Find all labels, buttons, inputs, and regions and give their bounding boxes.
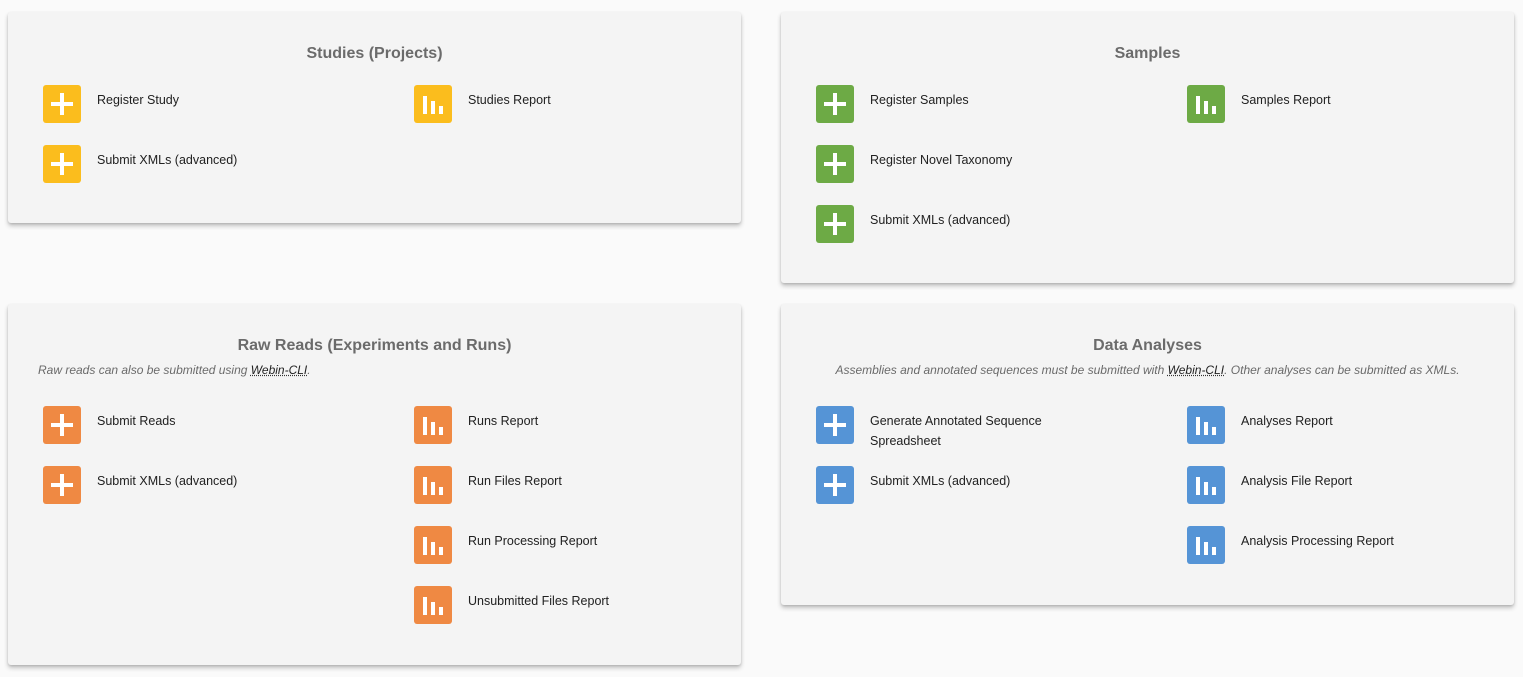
- plus-icon: [816, 205, 854, 243]
- bar-chart-icon: [414, 406, 452, 444]
- register-novel-taxonomy-button[interactable]: Register Novel Taxonomy: [816, 145, 1045, 183]
- reads-submit-xmls-label: Submit XMLs (advanced): [97, 474, 238, 488]
- run-processing-report-button[interactable]: Run Processing Report: [414, 526, 643, 564]
- studies-card: Studies (Projects) Register Study Submit…: [8, 12, 741, 223]
- studies-submit-xmls-label: Submit XMLs (advanced): [97, 153, 238, 167]
- samples-title: Samples: [1114, 45, 1181, 62]
- run-processing-report-label: Run Processing Report: [468, 534, 598, 548]
- raw-reads-title: Raw Reads (Experiments and Runs): [237, 337, 512, 354]
- webin-cli-link[interactable]: Webin-CLI: [1168, 363, 1224, 377]
- analyses-submit-xmls-label: Submit XMLs (advanced): [870, 474, 1011, 488]
- bar-chart-icon: [1187, 526, 1225, 564]
- bar-chart-icon: [1187, 85, 1225, 123]
- runs-report-button[interactable]: Runs Report: [414, 406, 643, 444]
- raw-reads-note-suffix: .: [307, 363, 311, 377]
- studies-submit-xmls-button[interactable]: Submit XMLs (advanced): [43, 145, 272, 183]
- register-samples-label: Register Samples: [870, 93, 969, 107]
- data-analyses-title: Data Analyses: [1093, 337, 1202, 354]
- raw-reads-note: Raw reads can also be submitted using We…: [38, 363, 731, 377]
- samples-submit-xmls-button[interactable]: Submit XMLs (advanced): [816, 205, 1045, 243]
- unsubmitted-files-report-button[interactable]: Unsubmitted Files Report: [414, 586, 643, 624]
- plus-icon: [43, 85, 81, 123]
- unsubmitted-files-report-label: Unsubmitted Files Report: [468, 594, 610, 608]
- register-novel-taxonomy-label: Register Novel Taxonomy: [870, 153, 1013, 167]
- data-analyses-note-suffix: . Other analyses can be submitted as XML…: [1224, 363, 1460, 377]
- generate-annotated-sequence-spreadsheet-button[interactable]: Generate Annotated Sequence Spreadsheet: [816, 406, 1045, 448]
- analysis-processing-report-button[interactable]: Analysis Processing Report: [1187, 526, 1416, 564]
- samples-report-label: Samples Report: [1241, 93, 1331, 107]
- plus-icon: [816, 85, 854, 123]
- samples-submit-xmls-label: Submit XMLs (advanced): [870, 213, 1011, 227]
- studies-title: Studies (Projects): [306, 45, 443, 62]
- samples-card: Samples Register Samples Register Novel …: [781, 12, 1514, 283]
- plus-icon: [816, 145, 854, 183]
- analyses-report-label: Analyses Report: [1241, 414, 1333, 428]
- register-study-label: Register Study: [97, 93, 179, 107]
- register-samples-button[interactable]: Register Samples: [816, 85, 1045, 123]
- generate-annotated-sequence-spreadsheet-label: Generate Annotated Sequence Spreadsheet: [870, 414, 1042, 448]
- plus-icon: [816, 406, 854, 444]
- bar-chart-icon: [414, 85, 452, 123]
- runs-report-label: Runs Report: [468, 414, 539, 428]
- samples-report-button[interactable]: Samples Report: [1187, 85, 1416, 123]
- analysis-processing-report-label: Analysis Processing Report: [1241, 534, 1394, 548]
- plus-icon: [43, 466, 81, 504]
- data-analyses-note-text: Assemblies and annotated sequences must …: [835, 363, 1168, 377]
- bar-chart-icon: [414, 586, 452, 624]
- raw-reads-card: Raw Reads (Experiments and Runs) Raw rea…: [8, 304, 741, 665]
- submit-reads-label: Submit Reads: [97, 414, 176, 428]
- analysis-file-report-label: Analysis File Report: [1241, 474, 1353, 488]
- studies-report-label: Studies Report: [468, 93, 551, 107]
- bar-chart-icon: [414, 526, 452, 564]
- run-files-report-button[interactable]: Run Files Report: [414, 466, 643, 504]
- submit-reads-button[interactable]: Submit Reads: [43, 406, 272, 444]
- analysis-file-report-button[interactable]: Analysis File Report: [1187, 466, 1416, 504]
- plus-icon: [43, 406, 81, 444]
- register-study-button[interactable]: Register Study: [43, 85, 272, 123]
- plus-icon: [43, 145, 81, 183]
- studies-report-button[interactable]: Studies Report: [414, 85, 643, 123]
- run-files-report-label: Run Files Report: [468, 474, 562, 488]
- reads-submit-xmls-button[interactable]: Submit XMLs (advanced): [43, 466, 272, 504]
- data-analyses-card: Data Analyses Assemblies and annotated s…: [781, 304, 1514, 605]
- analyses-submit-xmls-button[interactable]: Submit XMLs (advanced): [816, 466, 1045, 504]
- bar-chart-icon: [414, 466, 452, 504]
- webin-cli-link[interactable]: Webin-CLI: [251, 363, 307, 377]
- bar-chart-icon: [1187, 466, 1225, 504]
- analyses-report-button[interactable]: Analyses Report: [1187, 406, 1416, 444]
- raw-reads-note-text: Raw reads can also be submitted using: [38, 363, 251, 377]
- bar-chart-icon: [1187, 406, 1225, 444]
- data-analyses-note: Assemblies and annotated sequences must …: [781, 363, 1514, 377]
- plus-icon: [816, 466, 854, 504]
